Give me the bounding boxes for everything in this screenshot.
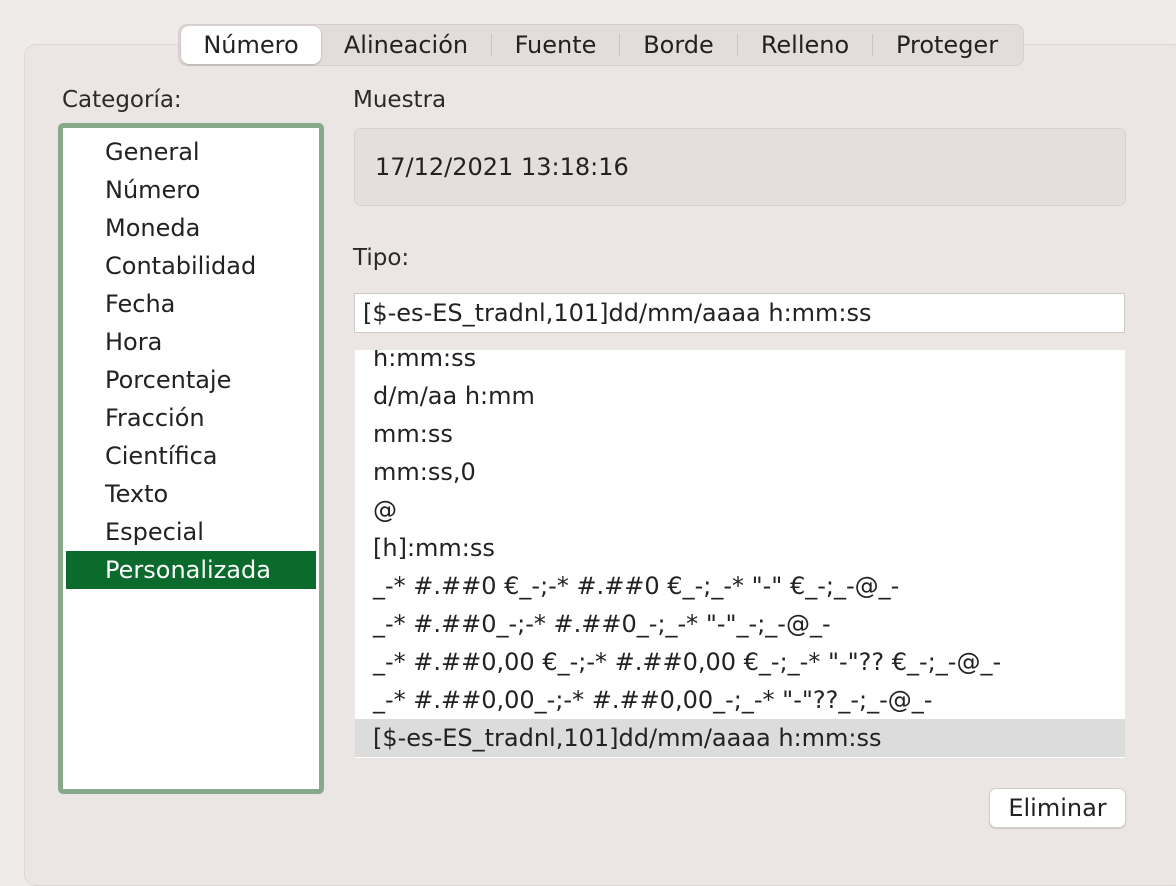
tab-proteger[interactable]: Proteger — [873, 26, 1021, 64]
format-item[interactable]: h:mm:ss — [355, 350, 1125, 377]
category-item-general[interactable]: General — [66, 133, 316, 171]
tab-fuente[interactable]: Fuente — [492, 26, 619, 64]
format-item[interactable]: _-* #.##0,00_-;-* #.##0,00_-;_-* "-"??_-… — [355, 681, 1125, 719]
delete-button[interactable]: Eliminar — [989, 788, 1126, 828]
sample-preview: 17/12/2021 13:18:16 — [354, 128, 1126, 206]
category-item-texto[interactable]: Texto — [66, 475, 316, 513]
format-list[interactable]: h:mm:ss d/m/aa h:mm mm:ss mm:ss,0 @ [h]:… — [355, 350, 1125, 758]
category-item-hora[interactable]: Hora — [66, 323, 316, 361]
format-item[interactable]: mm:ss,0 — [355, 453, 1125, 491]
category-list[interactable]: General Número Moneda Contabilidad Fecha… — [58, 123, 324, 794]
type-label: Tipo: — [353, 245, 410, 271]
category-item-porcentaje[interactable]: Porcentaje — [66, 361, 316, 399]
category-item-contabilidad[interactable]: Contabilidad — [66, 247, 316, 285]
format-item[interactable]: _-* #.##0_-;-* #.##0_-;_-* "-"_-;_-@_- — [355, 605, 1125, 643]
format-item[interactable]: mm:ss — [355, 415, 1125, 453]
format-item[interactable]: d/m/aa h:mm — [355, 377, 1125, 415]
category-item-numero[interactable]: Número — [66, 171, 316, 209]
category-item-personalizada[interactable]: Personalizada — [66, 551, 316, 589]
format-item[interactable]: _-* #.##0,00 €_-;-* #.##0,00 €_-;_-* "-"… — [355, 643, 1125, 681]
format-item-selected[interactable]: [$-es-ES_tradnl,101]dd/mm/aaaa h:mm:ss — [355, 719, 1125, 757]
category-item-cientifica[interactable]: Científica — [66, 437, 316, 475]
category-item-especial[interactable]: Especial — [66, 513, 316, 551]
category-item-fraccion[interactable]: Fracción — [66, 399, 316, 437]
format-item[interactable]: @ — [355, 491, 1125, 529]
category-item-fecha[interactable]: Fecha — [66, 285, 316, 323]
category-label: Categoría: — [62, 87, 182, 113]
format-item[interactable]: [h]:mm:ss — [355, 529, 1125, 567]
tab-numero[interactable]: Número — [181, 26, 321, 64]
type-format-input[interactable] — [354, 293, 1125, 333]
tab-bar: Número Alineación Fuente Borde Relleno P… — [178, 24, 1024, 66]
sample-label: Muestra — [353, 87, 447, 113]
tab-alineacion[interactable]: Alineación — [321, 26, 491, 64]
format-item[interactable]: _-* #.##0 €_-;-* #.##0 €_-;_-* "-" €_-;_… — [355, 567, 1125, 605]
category-item-moneda[interactable]: Moneda — [66, 209, 316, 247]
tab-borde[interactable]: Borde — [620, 26, 737, 64]
tab-relleno[interactable]: Relleno — [738, 26, 872, 64]
